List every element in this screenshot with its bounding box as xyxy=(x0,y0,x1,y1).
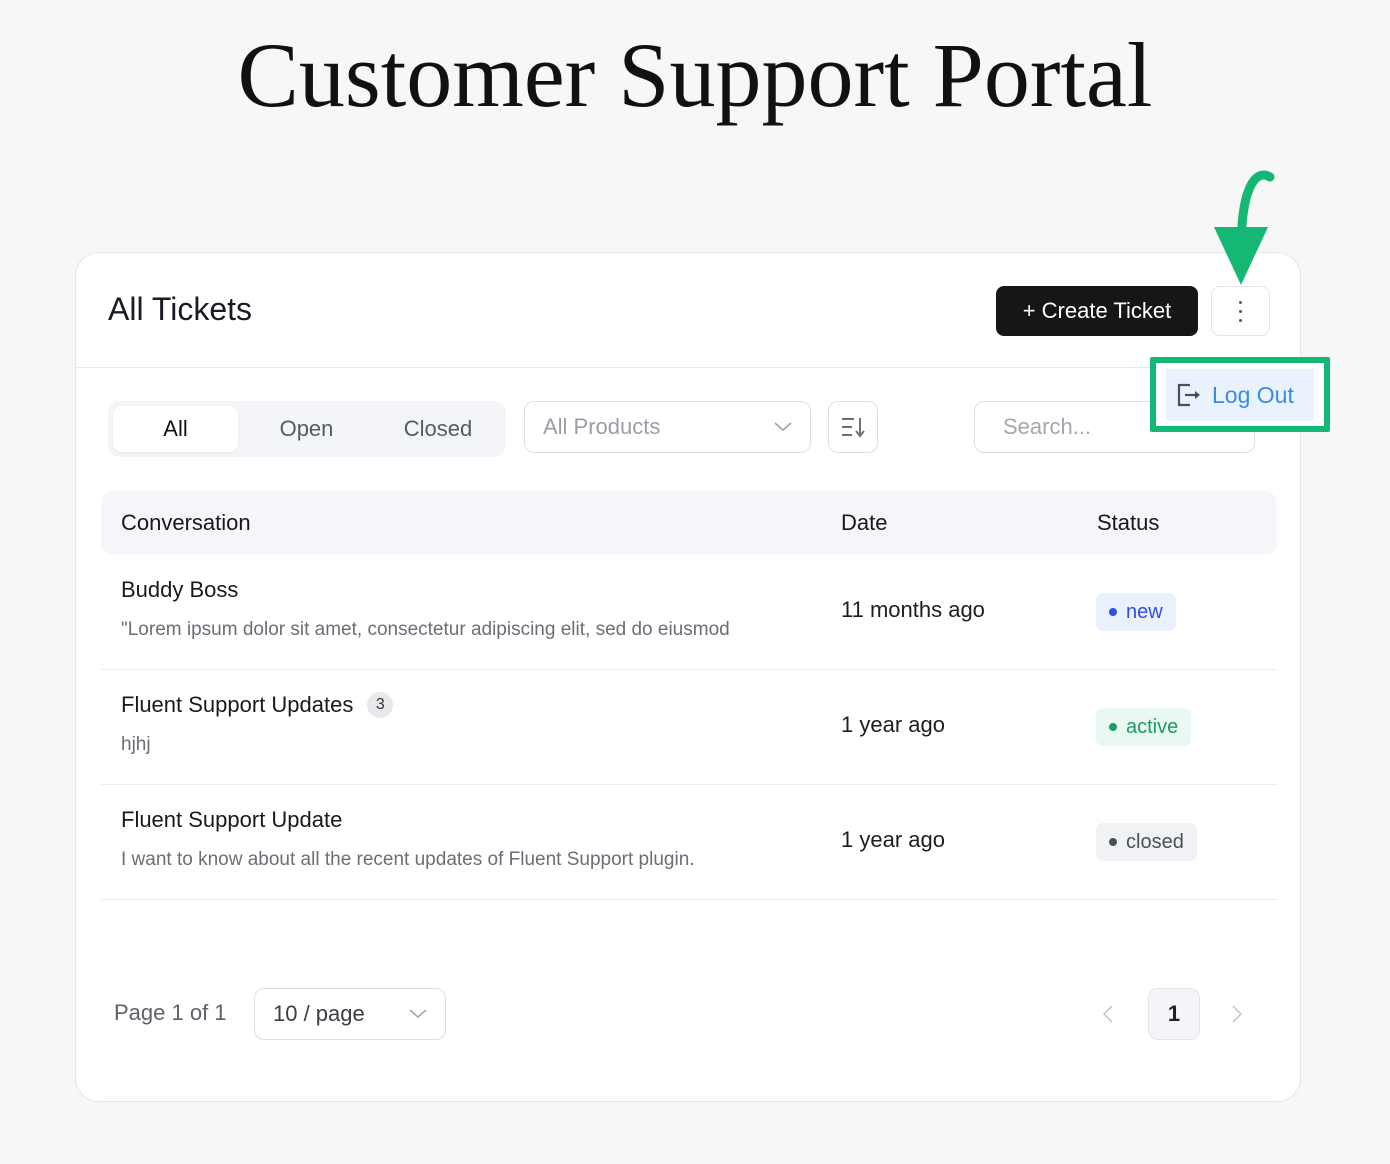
ticket-date: 11 months ago xyxy=(841,597,985,622)
column-header-date[interactable]: Date xyxy=(841,510,887,536)
logout-menu-item[interactable]: Log Out xyxy=(1166,369,1314,421)
ticket-title-wrap: Fluent Support Updates 3 xyxy=(121,692,394,718)
logout-icon xyxy=(1177,383,1200,407)
filter-toolbar: All Open Closed All Products xyxy=(76,401,1300,457)
status-badge: new xyxy=(1096,593,1176,631)
logout-label: Log Out xyxy=(1212,381,1294,408)
ticket-title[interactable]: Buddy Boss xyxy=(121,577,238,603)
tab-closed[interactable]: Closed xyxy=(375,406,501,452)
table-header: Conversation Date Status xyxy=(101,491,1277,555)
tickets-table: Conversation Date Status Buddy Boss "Lor… xyxy=(101,491,1277,900)
previous-page-button[interactable] xyxy=(1096,1002,1120,1026)
status-label: closed xyxy=(1126,830,1184,853)
more-options-menu: Log Out xyxy=(1150,357,1330,432)
pagination: Page 1 of 1 10 / page 1 xyxy=(76,988,1300,1040)
ticket-preview: hjhj xyxy=(121,734,151,755)
page-number-button[interactable]: 1 xyxy=(1148,988,1200,1040)
per-page-value: 10 / page xyxy=(273,1001,365,1026)
status-tabs: All Open Closed xyxy=(108,401,506,457)
table-row[interactable]: Fluent Support Update I want to know abo… xyxy=(101,785,1277,900)
chevron-down-icon xyxy=(409,1009,427,1019)
tab-all[interactable]: All xyxy=(113,406,238,452)
status-badge: closed xyxy=(1096,823,1197,861)
status-dot-icon xyxy=(1109,838,1117,846)
sort-button[interactable] xyxy=(828,401,878,453)
status-dot-icon xyxy=(1109,608,1117,616)
status-label: active xyxy=(1126,715,1179,738)
chevron-right-icon xyxy=(1232,1005,1242,1023)
ticket-title-wrap: Fluent Support Update xyxy=(121,807,342,833)
reply-count-badge: 3 xyxy=(367,692,394,718)
ticket-date: 1 year ago xyxy=(841,827,945,852)
ticket-date: 1 year ago xyxy=(841,712,945,737)
table-row[interactable]: Fluent Support Updates 3 hjhj 1 year ago… xyxy=(101,670,1277,785)
sort-descending-icon xyxy=(842,418,865,438)
column-header-status[interactable]: Status xyxy=(1097,510,1159,536)
more-options-button[interactable] xyxy=(1211,286,1270,336)
portal-title: Customer Support Portal xyxy=(237,24,1153,126)
ticket-preview: "Lorem ipsum dolor sit amet, consectetur… xyxy=(121,619,730,640)
chevron-down-icon xyxy=(774,422,792,432)
tab-open[interactable]: Open xyxy=(238,406,375,452)
card-title: All Tickets xyxy=(108,291,253,327)
product-select[interactable]: All Products xyxy=(524,401,811,453)
status-dot-icon xyxy=(1109,723,1117,731)
tickets-card: All Tickets + Create Ticket All Open Clo… xyxy=(75,252,1301,1102)
column-header-conversation[interactable]: Conversation xyxy=(121,510,251,536)
status-badge: active xyxy=(1096,708,1192,746)
card-header: All Tickets + Create Ticket xyxy=(76,253,1300,368)
annotation-arrow-icon xyxy=(1214,170,1275,285)
page-info: Page 1 of 1 xyxy=(114,1000,227,1025)
more-dot-icon xyxy=(1239,300,1242,304)
ticket-title[interactable]: Fluent Support Updates xyxy=(121,692,353,718)
chevron-left-icon xyxy=(1103,1005,1113,1023)
per-page-select[interactable]: 10 / page xyxy=(254,988,446,1040)
status-label: new xyxy=(1126,600,1163,623)
ticket-preview: I want to know about all the recent upda… xyxy=(121,849,695,870)
next-page-button[interactable] xyxy=(1225,1002,1249,1026)
more-dot-icon xyxy=(1239,318,1242,322)
product-select-value: All Products xyxy=(543,414,661,439)
table-row[interactable]: Buddy Boss "Lorem ipsum dolor sit amet, … xyxy=(101,555,1277,670)
ticket-title[interactable]: Fluent Support Update xyxy=(121,807,342,833)
dropdown-caret xyxy=(1230,347,1246,355)
more-dot-icon xyxy=(1239,309,1242,313)
ticket-title-wrap: Buddy Boss xyxy=(121,577,238,603)
create-ticket-button[interactable]: + Create Ticket xyxy=(996,286,1198,336)
